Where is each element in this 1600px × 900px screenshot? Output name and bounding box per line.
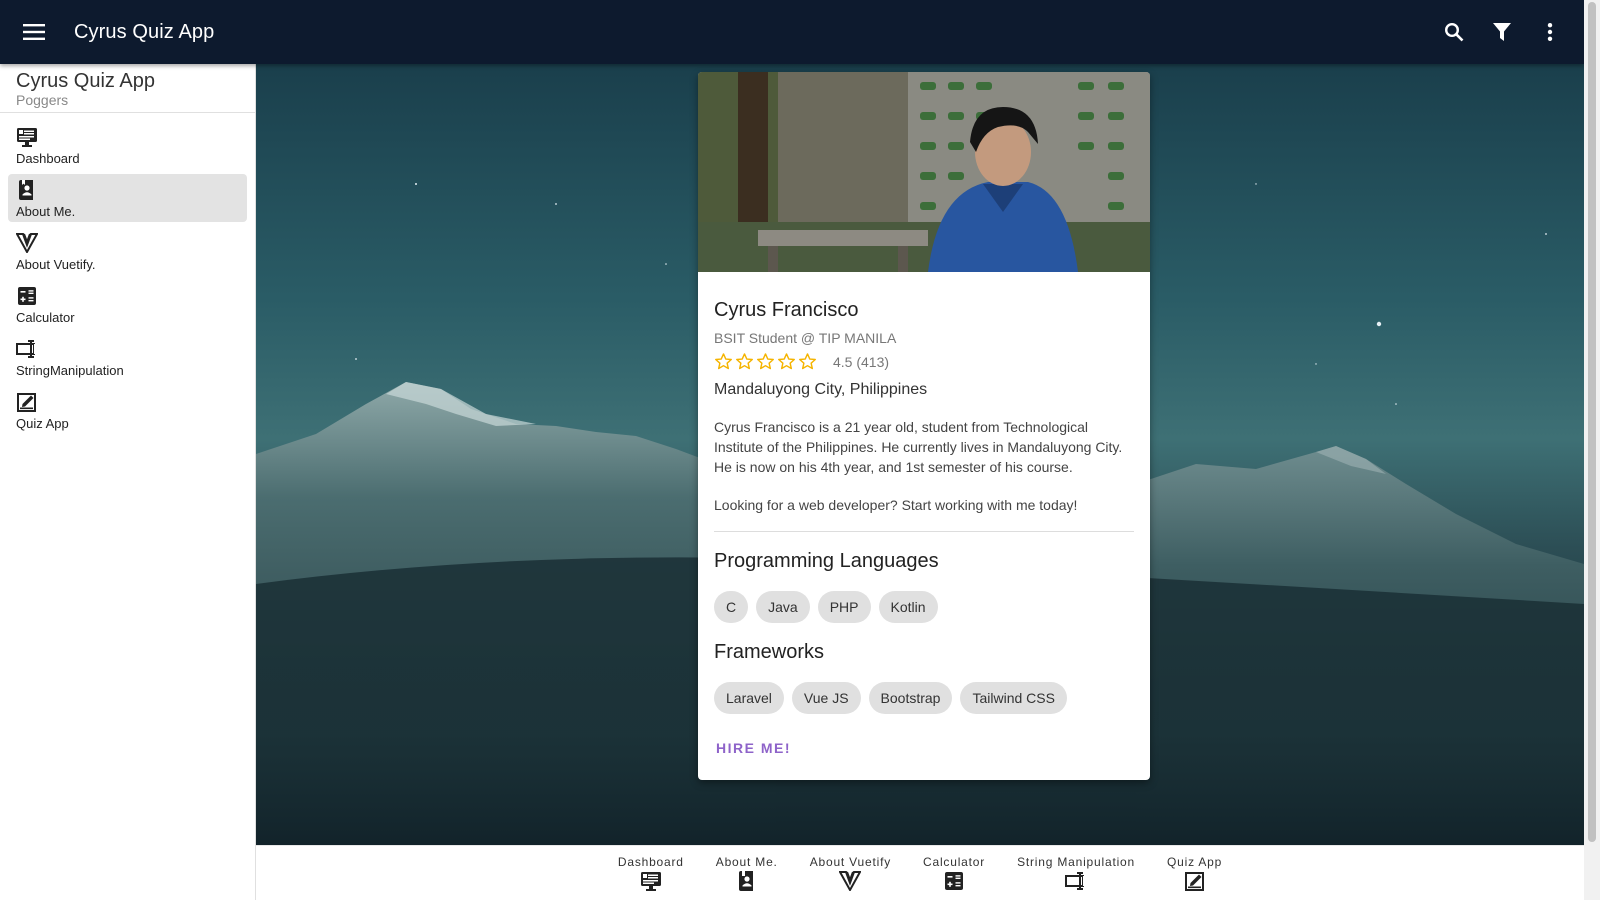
sidebar-item-label: StringManipulation bbox=[16, 363, 124, 378]
monitor-dashboard-icon bbox=[17, 128, 37, 147]
bottom-nav-label: Calculator bbox=[923, 855, 986, 869]
sidebar-item-label: Dashboard bbox=[16, 151, 80, 166]
vuetify-icon bbox=[15, 233, 39, 255]
scrollbar-thumb[interactable] bbox=[1588, 2, 1596, 842]
bottom-nav-string-manipulation[interactable]: String Manipulation bbox=[1001, 846, 1151, 900]
sidebar-item-about-me[interactable]: About Me. bbox=[8, 174, 247, 222]
bottom-nav-about-me[interactable]: About Me. bbox=[700, 846, 794, 900]
book-account-icon bbox=[19, 180, 33, 200]
menu-icon bbox=[23, 24, 45, 40]
form-textbox-icon bbox=[16, 340, 37, 358]
bottom-nav-label: String Manipulation bbox=[1017, 855, 1135, 869]
hire-me-button[interactable]: HIRE ME! bbox=[716, 740, 791, 756]
sidebar-item-about-vuetify[interactable]: About Vuetify. bbox=[8, 227, 247, 275]
sidebar-item-label: About Vuetify. bbox=[16, 257, 96, 272]
bottom-navigation: Dashboard About Me. About Vuetify Calcul… bbox=[256, 845, 1584, 900]
filter-button[interactable] bbox=[1478, 8, 1526, 56]
frameworks-chip-group: Laravel Vue JS Bootstrap Tailwind CSS bbox=[714, 682, 1134, 714]
profile-card: Cyrus Francisco BSIT Student @ TIP MANIL… bbox=[698, 72, 1150, 780]
chip-framework[interactable]: Vue JS bbox=[791, 682, 861, 714]
chip-framework[interactable]: Bootstrap bbox=[868, 682, 953, 714]
sidebar-item-string-manipulation[interactable]: StringManipulation bbox=[8, 333, 247, 381]
vuetify-icon bbox=[838, 871, 863, 893]
star-outline-icon[interactable] bbox=[714, 352, 733, 371]
monitor-dashboard-icon bbox=[640, 872, 661, 891]
sidebar-item-calculator[interactable]: Calculator bbox=[8, 280, 247, 328]
sidebar-item-label: Quiz App bbox=[16, 416, 69, 431]
pencil-box-icon bbox=[17, 393, 36, 412]
chip-language[interactable]: Java bbox=[756, 591, 810, 623]
calculator-icon bbox=[18, 287, 36, 305]
profile-photo bbox=[698, 72, 1150, 272]
star-outline-icon[interactable] bbox=[777, 352, 796, 371]
profile-cta-text: Looking for a web developer? Start worki… bbox=[714, 497, 1078, 513]
drawer-subtitle: Poggers bbox=[16, 92, 69, 108]
app-bar: Cyrus Quiz App bbox=[0, 0, 1584, 64]
profile-location: Mandaluyong City, Philippines bbox=[714, 381, 928, 398]
filter-icon bbox=[1493, 23, 1511, 41]
form-textbox-icon bbox=[1065, 872, 1087, 890]
chip-framework[interactable]: Tailwind CSS bbox=[960, 682, 1067, 714]
bottom-nav-about-vuetify[interactable]: About Vuetify bbox=[794, 846, 907, 900]
frameworks-heading: Frameworks bbox=[714, 641, 825, 663]
star-outline-icon[interactable] bbox=[756, 352, 775, 371]
languages-chip-group: C Java PHP Kotlin bbox=[714, 591, 1134, 623]
profile-name: Cyrus Francisco bbox=[714, 299, 859, 321]
chip-framework[interactable]: Laravel bbox=[714, 682, 784, 714]
sidebar-item-dashboard[interactable]: Dashboard bbox=[8, 121, 247, 169]
bottom-nav-label: About Me. bbox=[715, 855, 778, 869]
rating-stars[interactable] bbox=[714, 352, 817, 371]
sidebar-item-label: About Me. bbox=[16, 204, 76, 219]
profile-bio: Cyrus Francisco is a 21 year old, studen… bbox=[714, 419, 1123, 475]
star-outline-icon[interactable] bbox=[735, 352, 754, 371]
bottom-nav-label: Quiz App bbox=[1167, 855, 1223, 869]
chip-language[interactable]: C bbox=[714, 591, 749, 623]
book-account-icon bbox=[738, 871, 753, 891]
chip-language[interactable]: PHP bbox=[817, 591, 871, 623]
languages-heading: Programming Languages bbox=[714, 550, 939, 572]
pencil-box-icon bbox=[1184, 872, 1204, 891]
menu-button[interactable] bbox=[10, 8, 58, 56]
bottom-nav-label: Dashboard bbox=[617, 855, 684, 869]
calculator-icon bbox=[945, 872, 964, 890]
drawer-list: Dashboard About Me. About Vuetify. Calcu… bbox=[0, 113, 255, 447]
drawer-title: Cyrus Quiz App bbox=[16, 70, 155, 92]
more-vertical-icon bbox=[1547, 23, 1553, 41]
divider bbox=[714, 531, 1134, 532]
drawer-header: Cyrus Quiz App Poggers bbox=[0, 64, 255, 113]
navigation-drawer: Cyrus Quiz App Poggers Dashboard About M… bbox=[0, 64, 256, 900]
profile-subtitle: BSIT Student @ TIP MANILA bbox=[714, 330, 897, 346]
more-button[interactable] bbox=[1526, 8, 1574, 56]
rating-text: 4.5 (413) bbox=[833, 353, 890, 370]
star-outline-icon[interactable] bbox=[798, 352, 817, 371]
app-title: Cyrus Quiz App bbox=[74, 20, 215, 43]
bottom-nav-dashboard[interactable]: Dashboard bbox=[602, 846, 700, 900]
chip-language[interactable]: Kotlin bbox=[878, 591, 938, 623]
bottom-nav-label: About Vuetify bbox=[809, 855, 892, 869]
bottom-nav-calculator[interactable]: Calculator bbox=[907, 846, 1001, 900]
sidebar-item-quiz-app[interactable]: Quiz App bbox=[8, 386, 247, 434]
page-scrollbar[interactable] bbox=[1584, 0, 1600, 900]
sidebar-item-label: Calculator bbox=[16, 310, 75, 325]
rating: 4.5 (413) bbox=[714, 352, 1134, 371]
search-icon bbox=[1444, 22, 1464, 42]
bottom-nav-quiz-app[interactable]: Quiz App bbox=[1151, 846, 1238, 900]
search-button[interactable] bbox=[1430, 8, 1478, 56]
